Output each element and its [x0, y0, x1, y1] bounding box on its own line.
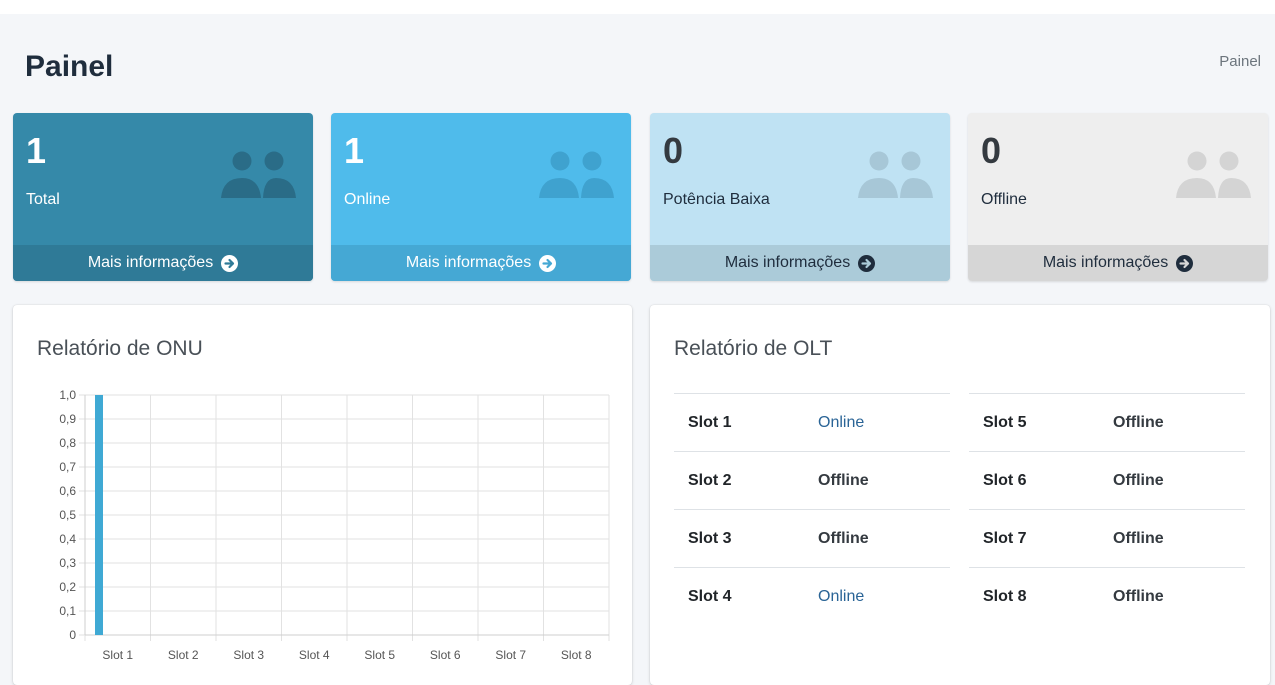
x-tick-label: Slot 7 — [495, 648, 526, 662]
stat-count: 1 — [344, 130, 365, 171]
stat-box-offline: 0 Offline Mais informações — [968, 113, 1268, 281]
more-info-label: Mais informações — [405, 254, 532, 271]
slot-status: Online — [818, 393, 950, 452]
table-row: Slot 8 Offline — [969, 567, 1245, 625]
bar — [95, 395, 103, 635]
y-tick-label: 0 — [69, 628, 76, 642]
table-row: Slot 3 Offline — [674, 509, 950, 568]
slot-name: Slot 2 — [674, 451, 818, 510]
olt-report-card: Relatório de OLT Slot 1 Online Slot 2 Offl… — [650, 305, 1270, 685]
y-tick-label: 0,4 — [59, 532, 76, 546]
stat-label: Total — [26, 191, 60, 208]
users-icon — [1176, 151, 1251, 201]
breadcrumb[interactable]: Painel — [1219, 53, 1261, 70]
slot-name: Slot 1 — [674, 393, 818, 452]
slot-status: Offline — [1113, 393, 1245, 452]
y-tick-label: 0,7 — [59, 460, 76, 474]
slot-name: Slot 8 — [969, 567, 1113, 625]
slot-status: Online — [818, 567, 950, 625]
slot-status: Offline — [818, 509, 950, 568]
onu-bar-chart: 0 0,1 0,2 0,3 0,4 0,5 0,6 0,7 0,8 0,9 1,0 Slot 1 Slo… — [59, 388, 610, 662]
x-tick-label: Slot 4 — [299, 648, 330, 662]
page-title: Painel — [25, 50, 114, 83]
olt-slot-table-right: Slot 5 Offline Slot 6 Offline Slot 7 Offlin… — [969, 393, 1245, 625]
arrow-circle-right-icon — [221, 254, 239, 272]
more-info-link[interactable]: Mais informações — [331, 245, 631, 281]
more-info-label: Mais informações — [87, 254, 214, 271]
arrow-circle-right-icon — [539, 254, 557, 272]
more-info-link[interactable]: Mais informações — [13, 245, 313, 281]
slot-name: Slot 4 — [674, 567, 818, 625]
stat-count: 1 — [26, 130, 47, 171]
table-row: Slot 2 Offline — [674, 451, 950, 510]
y-tick-label: 0,1 — [59, 604, 76, 618]
stat-label: Online — [344, 191, 391, 208]
onu-report-title: Relatório de ONU — [37, 337, 203, 360]
arrow-circle-right-icon — [1176, 254, 1194, 272]
table-row: Slot 7 Offline — [969, 509, 1245, 568]
y-tick-label: 0,2 — [59, 580, 76, 594]
slot-status: Offline — [1113, 451, 1245, 510]
x-tick-label: Slot 6 — [430, 648, 461, 662]
slot-status: Offline — [1113, 509, 1245, 568]
stat-label: Offline — [981, 191, 1027, 208]
stat-label: Potência Baixa — [663, 191, 770, 208]
stat-count: 0 — [981, 130, 1002, 171]
more-info-link[interactable]: Mais informações — [650, 245, 950, 281]
table-row: Slot 6 Offline — [969, 451, 1245, 510]
users-icon — [858, 151, 933, 201]
y-tick-label: 0,6 — [59, 484, 76, 498]
x-tick-label: Slot 1 — [102, 648, 133, 662]
table-row: Slot 4 Online — [674, 567, 950, 625]
slot-name: Slot 5 — [969, 393, 1113, 452]
y-tick-label: 0,3 — [59, 556, 76, 570]
y-tick-label: 0,5 — [59, 508, 76, 522]
slot-status: Offline — [1113, 567, 1245, 625]
x-tick-label: Slot 3 — [233, 648, 264, 662]
y-tick-label: 1,0 — [59, 388, 76, 402]
table-row: Slot 5 Offline — [969, 393, 1245, 452]
arrow-circle-right-icon — [858, 254, 876, 272]
x-tick-label: Slot 5 — [364, 648, 395, 662]
table-row: Slot 1 Online — [674, 393, 950, 452]
more-info-link[interactable]: Mais informações — [968, 245, 1268, 281]
y-tick-label: 0,9 — [59, 412, 76, 426]
stat-box-total: 1 Total Mais informações — [13, 113, 313, 281]
more-info-label: Mais informações — [1042, 254, 1169, 271]
y-tick-label: 0,8 — [59, 436, 76, 450]
slot-name: Slot 6 — [969, 451, 1113, 510]
slot-status: Offline — [818, 451, 950, 510]
olt-report-title: Relatório de OLT — [674, 337, 833, 360]
more-info-label: Mais informações — [724, 254, 851, 271]
stat-box-online: 1 Online Mais informações — [331, 113, 631, 281]
slot-name: Slot 7 — [969, 509, 1113, 568]
x-tick-label: Slot 8 — [561, 648, 592, 662]
onu-report-card: Relatório de ONU 0 0,1 0,2 0,3 0,4 0,5 0,6 0,7 0… — [13, 305, 632, 685]
users-icon — [539, 151, 614, 201]
x-tick-label: Slot 2 — [168, 648, 199, 662]
stat-count: 0 — [663, 130, 684, 171]
users-icon — [221, 151, 296, 201]
stat-box-low-power: 0 Potência Baixa Mais informações — [650, 113, 950, 281]
slot-name: Slot 3 — [674, 509, 818, 568]
olt-slot-table-left: Slot 1 Online Slot 2 Offline Slot 3 Offline… — [674, 393, 950, 625]
top-bar — [0, 0, 1275, 14]
